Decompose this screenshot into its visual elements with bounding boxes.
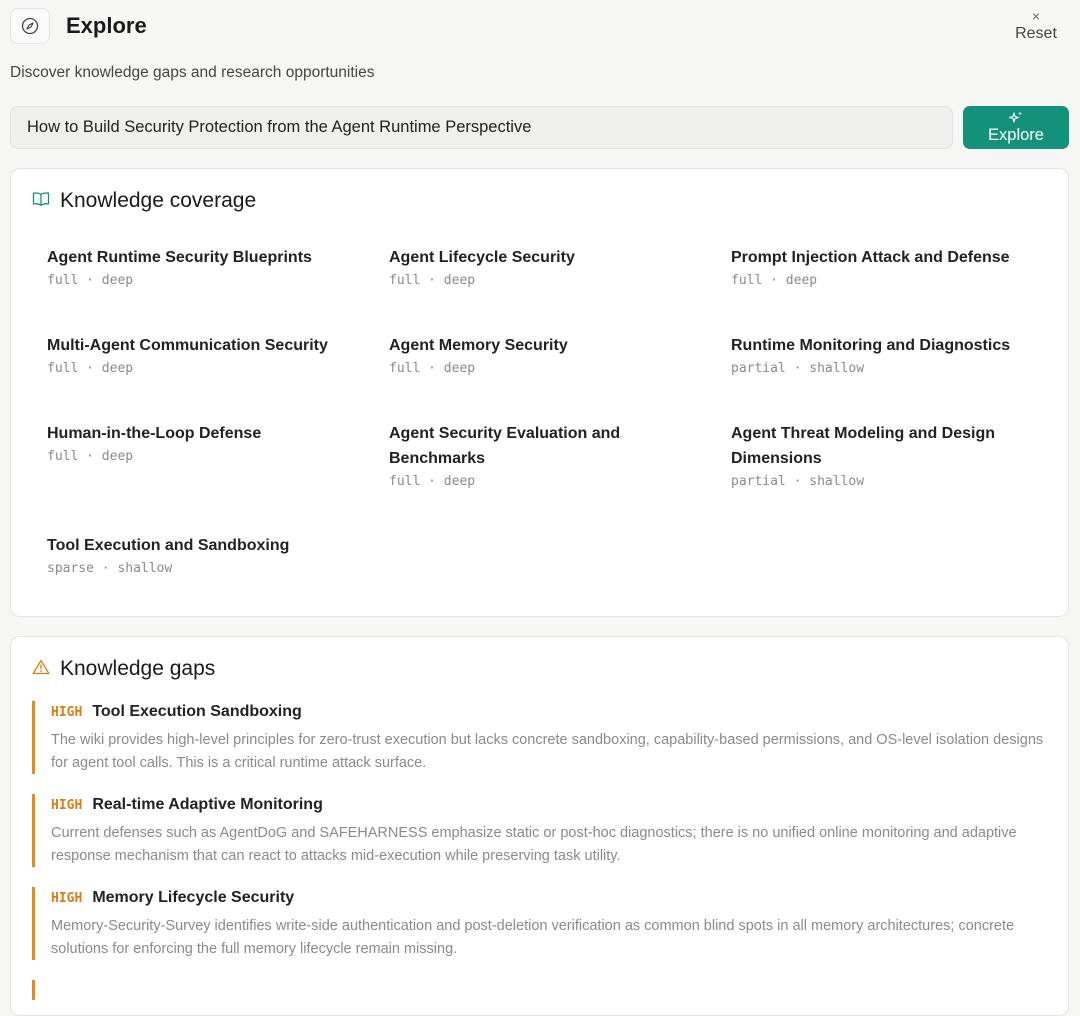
coverage-item-meta: sparse · shallow bbox=[47, 561, 173, 576]
coverage-item-name: Human-in-the-Loop Defense bbox=[47, 425, 262, 442]
coverage-item-meta: full · deep bbox=[389, 474, 476, 489]
severity-badge: HIGH bbox=[51, 798, 83, 813]
coverage-item-name: Agent Lifecycle Security bbox=[389, 249, 575, 266]
compass-icon bbox=[10, 8, 50, 44]
knowledge-coverage-card: Knowledge coverage Agent Runtime Securit… bbox=[10, 168, 1069, 617]
coverage-item-meta: full · deep bbox=[47, 273, 134, 288]
coverage-item: Agent Memory Security full · deep bbox=[389, 333, 699, 378]
coverage-title: Knowledge coverage bbox=[60, 189, 257, 212]
coverage-item-meta: full · deep bbox=[47, 361, 134, 376]
gap-title: Real-time Adaptive Monitoring bbox=[92, 796, 323, 813]
explore-button[interactable]: Explore bbox=[963, 106, 1069, 149]
gap-description: The wiki provides high-level principles … bbox=[51, 732, 1044, 771]
coverage-item: Multi-Agent Communication Security full … bbox=[47, 333, 357, 378]
coverage-item-meta: full · deep bbox=[389, 273, 476, 288]
coverage-item-name: Prompt Injection Attack and Defense bbox=[731, 249, 1010, 266]
coverage-item: Agent Threat Modeling and Design Dimensi… bbox=[731, 421, 1031, 491]
warning-triangle-icon bbox=[32, 659, 50, 680]
coverage-header: Knowledge coverage bbox=[32, 189, 256, 213]
severity-badge: HIGH bbox=[51, 891, 83, 906]
gap-title: Tool Execution Sandboxing bbox=[92, 703, 302, 720]
coverage-item: Tool Execution and Sandboxing sparse · s… bbox=[47, 533, 357, 578]
coverage-item-name: Agent Runtime Security Blueprints bbox=[47, 249, 312, 266]
coverage-item-meta: full · deep bbox=[47, 449, 134, 464]
coverage-item-meta: partial · shallow bbox=[731, 361, 865, 376]
gap-item: HIGH Tool Execution Sandboxing The wiki … bbox=[32, 701, 1052, 774]
close-icon: × bbox=[1031, 8, 1041, 24]
explore-button-label: Explore bbox=[988, 125, 1044, 144]
coverage-item-name: Agent Threat Modeling and Design Dimensi… bbox=[731, 425, 996, 467]
gap-item: HIGH Memory Lifecycle Security Memory-Se… bbox=[32, 887, 1052, 960]
gap-item: HIGH Real-time Adaptive Monitoring Curre… bbox=[32, 794, 1052, 867]
coverage-item: Agent Runtime Security Blueprints full ·… bbox=[47, 245, 357, 290]
knowledge-gaps-card: Knowledge gaps HIGH Tool Execution Sandb… bbox=[10, 636, 1069, 1016]
reset-button[interactable]: × Reset bbox=[1006, 8, 1066, 48]
gaps-title: Knowledge gaps bbox=[60, 657, 216, 680]
coverage-item-name: Agent Security Evaluation and Benchmarks bbox=[389, 425, 621, 467]
gap-description: Memory-Security-Survey identifies write-… bbox=[51, 918, 1015, 957]
gap-title: Memory Lifecycle Security bbox=[92, 889, 295, 906]
query-input[interactable] bbox=[10, 106, 953, 149]
gaps-header: Knowledge gaps bbox=[32, 657, 215, 681]
coverage-item-meta: full · deep bbox=[389, 361, 476, 376]
sparkles-icon bbox=[1008, 111, 1023, 125]
coverage-item-name: Agent Memory Security bbox=[389, 337, 568, 354]
coverage-item: Prompt Injection Attack and Defense full… bbox=[731, 245, 1041, 290]
coverage-item-meta: partial · shallow bbox=[731, 474, 865, 489]
gap-item-partial bbox=[32, 980, 1052, 1000]
coverage-item-name: Multi-Agent Communication Security bbox=[47, 337, 328, 354]
coverage-item: Agent Lifecycle Security full · deep bbox=[389, 245, 699, 290]
page-subtitle: Discover knowledge gaps and research opp… bbox=[10, 64, 375, 81]
search-row: Explore bbox=[10, 106, 1070, 150]
reset-label: Reset bbox=[1015, 25, 1057, 42]
severity-badge: HIGH bbox=[51, 705, 83, 720]
coverage-item: Agent Security Evaluation and Benchmarks… bbox=[389, 421, 679, 491]
gap-description: Current defenses such as AgentDoG and SA… bbox=[51, 825, 1017, 864]
page-title: Explore bbox=[66, 13, 147, 38]
coverage-item-name: Runtime Monitoring and Diagnostics bbox=[731, 337, 1011, 354]
coverage-item: Runtime Monitoring and Diagnostics parti… bbox=[731, 333, 1041, 378]
header: Explore × Reset bbox=[10, 8, 1070, 48]
coverage-item-name: Tool Execution and Sandboxing bbox=[47, 537, 290, 554]
coverage-item: Human-in-the-Loop Defense full · deep bbox=[47, 421, 357, 466]
book-open-icon bbox=[32, 191, 50, 212]
coverage-item-meta: full · deep bbox=[731, 273, 818, 288]
